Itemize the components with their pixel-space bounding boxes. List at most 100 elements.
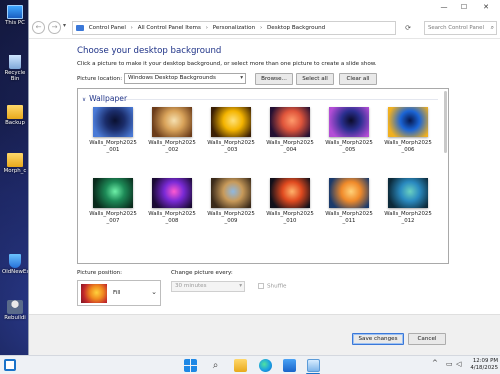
widgets-icon[interactable] bbox=[4, 359, 16, 371]
picture-location-select[interactable]: Windows Desktop Backgrounds ▾ bbox=[124, 73, 246, 84]
clock[interactable]: 12:09 PM 4/18/2025 bbox=[466, 358, 498, 373]
breadcrumb-item-personalization[interactable]: Personalization bbox=[213, 25, 255, 31]
minimize-button[interactable]: — bbox=[437, 2, 451, 12]
picture-position-value: Fill bbox=[113, 290, 121, 296]
store-icon[interactable] bbox=[283, 359, 296, 372]
save-changes-button[interactable]: Save changes bbox=[352, 333, 404, 345]
wallpaper-thumbnail-caption: Walls_Morph2025 _009 bbox=[206, 211, 256, 225]
computer-icon bbox=[7, 5, 23, 19]
picture-position-select[interactable]: Fill ⌄ bbox=[77, 280, 161, 306]
wallpaper-thumbnail-image bbox=[93, 178, 133, 208]
thumbnail-name: Walls_Morph2025 bbox=[207, 140, 255, 146]
volume-icon[interactable]: ◁ bbox=[456, 360, 461, 368]
breadcrumb-item-all-items[interactable]: All Control Panel Items bbox=[138, 25, 201, 31]
wallpaper-thumbnail[interactable]: Walls_Morph2025 _008 bbox=[147, 178, 197, 225]
wallpaper-thumbnail-image bbox=[152, 178, 192, 208]
desktop-icon-morph[interactable]: Morph_c bbox=[2, 153, 28, 175]
wallpaper-thumbnail[interactable]: Walls_Morph2025 _007 bbox=[88, 178, 138, 225]
checkbox-box bbox=[258, 283, 264, 289]
wallpaper-thumbnail-caption: Walls_Morph2025 _004 bbox=[265, 140, 315, 154]
thumbnail-name: Walls_Morph2025 bbox=[384, 211, 432, 217]
select-all-button[interactable]: Select all bbox=[296, 73, 334, 85]
clear-all-button[interactable]: Clear all bbox=[339, 73, 377, 85]
shield-icon bbox=[9, 254, 21, 268]
wallpaper-thumbnail[interactable]: Walls_Morph2025 _006 bbox=[383, 107, 433, 154]
file-explorer-icon[interactable] bbox=[234, 359, 247, 372]
search-input[interactable]: Search Control Panel ⌕ bbox=[424, 21, 497, 35]
breadcrumb[interactable]: Control Panel › All Control Panel Items … bbox=[72, 21, 396, 35]
desktop-icon-backup[interactable]: Backup bbox=[2, 105, 28, 127]
change-picture-label: Change picture every: bbox=[171, 270, 233, 276]
wallpaper-thumbnail-image bbox=[270, 178, 310, 208]
wallpaper-thumbnail-image bbox=[211, 107, 251, 137]
forward-button[interactable]: → bbox=[48, 21, 61, 34]
chevron-down-icon: ▾ bbox=[240, 75, 243, 81]
search-icon[interactable]: ⌕ bbox=[209, 359, 222, 372]
back-button[interactable]: ← bbox=[32, 21, 45, 34]
thumbnail-number: _001 bbox=[106, 146, 120, 153]
clock-date: 4/18/2025 bbox=[470, 365, 498, 372]
thumbnail-name: Walls_Morph2025 bbox=[89, 211, 137, 217]
wallpaper-thumbnail[interactable]: Walls_Morph2025 _010 bbox=[265, 178, 315, 225]
refresh-icon[interactable]: ⟳ bbox=[401, 21, 415, 35]
thumbnail-name: Walls_Morph2025 bbox=[325, 140, 373, 146]
desktop-icon-label: Rebuildi bbox=[4, 315, 26, 321]
wallpaper-thumbnail[interactable]: Walls_Morph2025 _004 bbox=[265, 107, 315, 154]
thumbnail-number: _006 bbox=[401, 146, 415, 153]
wallpaper-thumbnail[interactable]: Walls_Morph2025 _002 bbox=[147, 107, 197, 154]
wallpaper-thumbnail[interactable]: Walls_Morph2025 _005 bbox=[324, 107, 374, 154]
wallpaper-thumbnail-caption: Walls_Morph2025 _002 bbox=[147, 140, 197, 154]
wallpaper-group-label: Wallpaper bbox=[89, 94, 128, 103]
shuffle-checkbox[interactable]: Shuffle bbox=[258, 283, 287, 290]
wallpaper-thumbnail[interactable]: Walls_Morph2025 _009 bbox=[206, 178, 256, 225]
close-button[interactable]: ✕ bbox=[479, 2, 493, 12]
breadcrumb-separator: › bbox=[130, 25, 133, 31]
desktop-icon-recycle-bin[interactable]: Recycle Bin bbox=[2, 55, 28, 83]
breadcrumb-separator: › bbox=[205, 25, 208, 31]
breadcrumb-item-control-panel[interactable]: Control Panel bbox=[89, 25, 126, 31]
wallpaper-thumbnail-image bbox=[329, 178, 369, 208]
desktop-icon-rebuild[interactable]: Rebuildi bbox=[2, 300, 28, 322]
tray-overflow-icon[interactable]: ^ bbox=[432, 359, 438, 367]
wallpaper-thumbnail[interactable]: Walls_Morph2025 _003 bbox=[206, 107, 256, 154]
wallpaper-thumbnail-caption: Walls_Morph2025 _010 bbox=[265, 211, 315, 225]
dialog-footer: Save changes Cancel bbox=[29, 314, 500, 355]
thumbnail-name: Walls_Morph2025 bbox=[384, 140, 432, 146]
gallery-scrollbar[interactable] bbox=[444, 91, 447, 153]
wallpaper-thumbnail-image bbox=[211, 178, 251, 208]
person-icon bbox=[7, 300, 23, 314]
change-picture-select[interactable]: 30 minutes ▾ bbox=[171, 281, 245, 292]
wallpaper-thumbnail-caption: Walls_Morph2025 _001 bbox=[88, 140, 138, 154]
wallpaper-group-header[interactable]: ∨ Wallpaper bbox=[82, 94, 127, 103]
wallpaper-thumbnail-image bbox=[388, 107, 428, 137]
desktop-icon-this-pc[interactable]: This PC bbox=[2, 5, 28, 27]
thumbnail-number: _003 bbox=[224, 146, 238, 153]
wallpaper-thumbnail-caption: Walls_Morph2025 _006 bbox=[383, 140, 433, 154]
control-panel-taskbar-icon[interactable] bbox=[307, 359, 320, 372]
thumbnail-name: Walls_Morph2025 bbox=[148, 140, 196, 146]
desktop-icon-oldnewex[interactable]: OldNewEx bbox=[2, 254, 30, 276]
picture-location-value: Windows Desktop Backgrounds bbox=[128, 75, 216, 81]
network-icon[interactable]: ▭ bbox=[446, 360, 453, 368]
wallpaper-thumbnail-caption: Walls_Morph2025 _005 bbox=[324, 140, 374, 154]
recent-locations-dropdown[interactable]: ▾ bbox=[63, 22, 66, 29]
breadcrumb-item-desktop-background[interactable]: Desktop Background bbox=[267, 25, 325, 31]
maximize-button[interactable]: ☐ bbox=[457, 2, 471, 12]
fill-preview-image bbox=[81, 284, 107, 303]
wallpaper-thumbnail[interactable]: Walls_Morph2025 _001 bbox=[88, 107, 138, 154]
wallpaper-thumbnail[interactable]: Walls_Morph2025 _012 bbox=[383, 178, 433, 225]
cancel-button[interactable]: Cancel bbox=[408, 333, 446, 345]
picture-position-label: Picture position: bbox=[77, 270, 123, 276]
thumbnail-name: Walls_Morph2025 bbox=[207, 211, 255, 217]
browse-button[interactable]: Browse... bbox=[255, 73, 293, 85]
thumbnail-name: Walls_Morph2025 bbox=[266, 211, 314, 217]
wallpaper-thumbnail-image bbox=[388, 178, 428, 208]
wallpaper-thumbnail-caption: Walls_Morph2025 _007 bbox=[88, 211, 138, 225]
edge-browser-icon[interactable] bbox=[259, 359, 272, 372]
clock-time: 12:09 PM bbox=[472, 358, 498, 364]
main-content: Choose your desktop background Click a p… bbox=[29, 40, 500, 355]
thumbnail-number: _012 bbox=[401, 217, 415, 224]
wallpaper-thumbnail[interactable]: Walls_Morph2025 _011 bbox=[324, 178, 374, 225]
windows-start-icon[interactable] bbox=[184, 359, 197, 372]
wallpaper-gallery[interactable]: ∨ Wallpaper Walls_Morph2025 _001 Walls_Morp… bbox=[77, 88, 449, 264]
